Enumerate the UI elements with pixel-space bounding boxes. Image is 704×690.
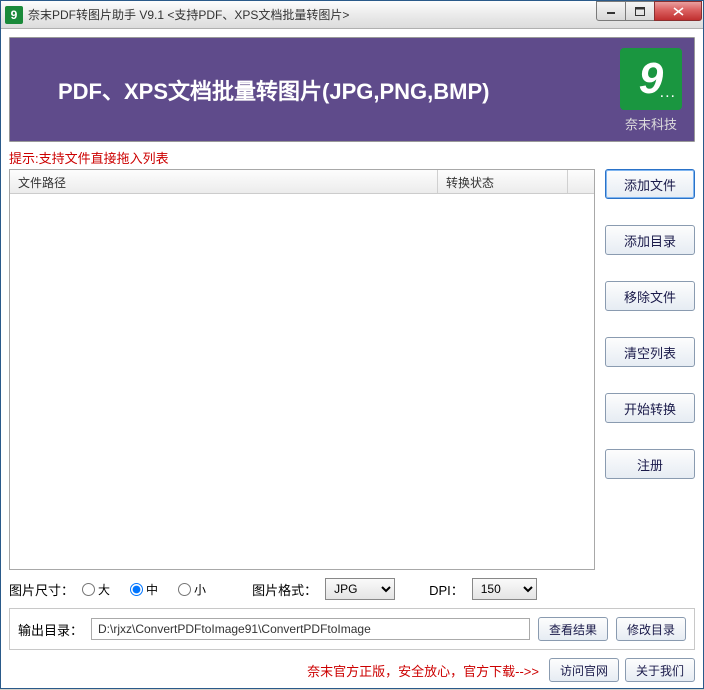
- minimize-button[interactable]: [596, 1, 626, 21]
- col-header-status[interactable]: 转换状态: [438, 170, 568, 193]
- register-button[interactable]: 注册: [605, 449, 695, 479]
- output-label: 输出目录：: [18, 620, 83, 639]
- titlebar[interactable]: 9 奈末PDF转图片助手 V9.1 <支持PDF、XPS文档批量转图片>: [1, 1, 703, 29]
- remove-file-button[interactable]: 移除文件: [605, 281, 695, 311]
- output-path-input[interactable]: [91, 618, 530, 640]
- hint-text: 提示:支持文件直接拖入列表: [9, 148, 695, 167]
- size-label: 图片尺寸：: [9, 580, 74, 599]
- change-dir-button[interactable]: 修改目录: [616, 617, 686, 641]
- col-header-path[interactable]: 文件路径: [10, 170, 438, 193]
- file-list[interactable]: 文件路径 转换状态: [9, 169, 595, 570]
- side-button-column: 添加文件 添加目录 移除文件 清空列表 开始转换 注册: [605, 169, 695, 570]
- size-small-radio[interactable]: 小: [178, 581, 206, 598]
- header-banner: PDF、XPS文档批量转图片(JPG,PNG,BMP) 9 ... 奈末科技: [9, 37, 695, 142]
- window-controls: [597, 1, 702, 21]
- add-file-button[interactable]: 添加文件: [605, 169, 695, 199]
- col-header-spacer: [568, 170, 594, 193]
- dpi-label: DPI：: [429, 580, 464, 599]
- start-convert-button[interactable]: 开始转换: [605, 393, 695, 423]
- visit-site-button[interactable]: 访问官网: [549, 658, 619, 682]
- app-icon: 9: [5, 6, 23, 24]
- brand-logo-icon: 9 ...: [620, 48, 682, 110]
- list-body[interactable]: [10, 194, 594, 569]
- banner-title: PDF、XPS文档批量转图片(JPG,PNG,BMP): [58, 74, 489, 106]
- format-select[interactable]: JPG: [325, 578, 395, 600]
- brand-name: 奈末科技: [620, 114, 682, 133]
- main-row: 文件路径 转换状态 添加文件 添加目录 移除文件 清空列表 开始转换 注册: [9, 169, 695, 570]
- size-medium-radio[interactable]: 中: [130, 581, 158, 598]
- view-result-button[interactable]: 查看结果: [538, 617, 608, 641]
- list-header: 文件路径 转换状态: [10, 170, 594, 194]
- content-area: PDF、XPS文档批量转图片(JPG,PNG,BMP) 9 ... 奈末科技 提…: [1, 29, 703, 690]
- clear-list-button[interactable]: 清空列表: [605, 337, 695, 367]
- about-us-button[interactable]: 关于我们: [625, 658, 695, 682]
- footer-text: 奈末官方正版，安全放心，官方下载-->>: [307, 661, 539, 680]
- brand-block: 9 ... 奈末科技: [620, 48, 682, 133]
- output-row: 输出目录： 查看结果 修改目录: [9, 608, 695, 650]
- footer-row: 奈末官方正版，安全放心，官方下载-->> 访问官网 关于我们: [9, 658, 695, 682]
- add-directory-button[interactable]: 添加目录: [605, 225, 695, 255]
- maximize-button[interactable]: [625, 1, 655, 21]
- close-button[interactable]: [654, 1, 702, 21]
- maximize-icon: [635, 7, 645, 16]
- dpi-select[interactable]: 150: [472, 578, 537, 600]
- close-icon: [673, 7, 684, 16]
- options-row: 图片尺寸： 大 中 小 图片格式： JPG DPI： 150: [9, 578, 695, 600]
- format-label: 图片格式：: [252, 580, 317, 599]
- size-large-radio[interactable]: 大: [82, 581, 110, 598]
- app-window: 9 奈末PDF转图片助手 V9.1 <支持PDF、XPS文档批量转图片> PDF…: [0, 0, 704, 689]
- window-title: 奈末PDF转图片助手 V9.1 <支持PDF、XPS文档批量转图片>: [28, 6, 597, 23]
- minimize-icon: [606, 7, 616, 15]
